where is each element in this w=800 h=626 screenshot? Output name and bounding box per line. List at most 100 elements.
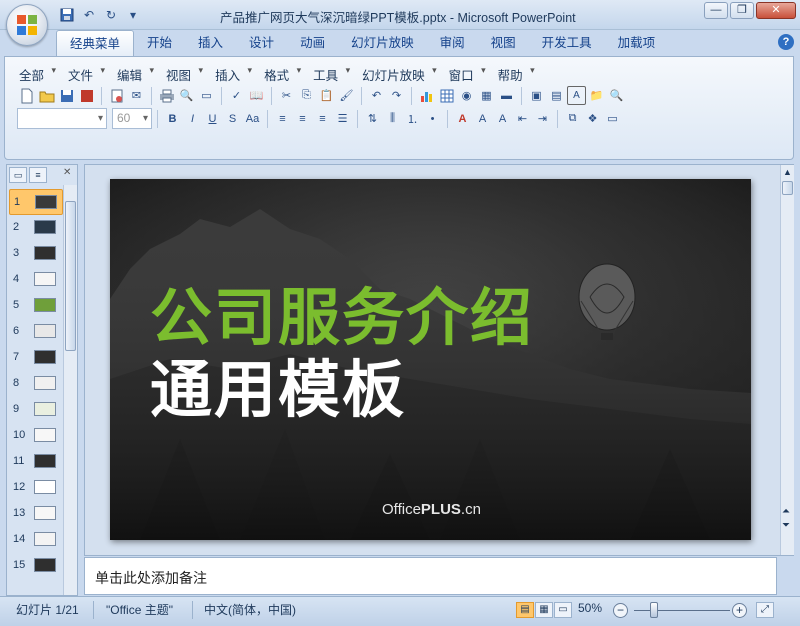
clipart-icon[interactable]: ◉ xyxy=(457,86,476,105)
close-button[interactable]: ✕ xyxy=(756,2,796,19)
format-painter-icon[interactable]: 🖌 xyxy=(337,86,356,105)
previous-slide-icon[interactable]: ⏶ xyxy=(782,507,790,517)
menu-slideshow[interactable]: 幻灯片放映 xyxy=(358,65,437,84)
slides-tab-icon[interactable]: ▭ xyxy=(9,167,27,183)
attach-icon[interactable]: ✉ xyxy=(127,86,146,105)
language-indicator[interactable]: 中文(简体，中国) xyxy=(204,601,296,618)
fit-to-window-button[interactable]: ⤢ xyxy=(756,602,774,618)
slide-view-icon[interactable]: ▭ xyxy=(197,86,216,105)
editor-scrollbar[interactable]: ▲ ⏶ ⏷ xyxy=(780,165,794,555)
font-name-combo[interactable] xyxy=(17,108,107,129)
justify-icon[interactable]: ☰ xyxy=(333,109,352,128)
notes-pane[interactable]: 单击此处添加备注 xyxy=(84,557,777,595)
slide-layout-icon[interactable]: ▤ xyxy=(547,86,566,105)
cut-icon[interactable]: ✂ xyxy=(277,86,296,105)
tab-addins[interactable]: 加载项 xyxy=(605,30,669,56)
restore-button[interactable]: ❐ xyxy=(730,2,754,19)
menu-tools[interactable]: 工具 xyxy=(309,65,350,84)
zoom-slider-track[interactable] xyxy=(634,610,730,611)
slide-thumbnail[interactable]: 15 xyxy=(9,553,63,579)
zoom-level[interactable]: 50% xyxy=(578,601,602,615)
tab-animations[interactable]: 动画 xyxy=(287,30,338,56)
slide-thumbnail[interactable]: 3 xyxy=(9,241,63,267)
insert-table-icon[interactable] xyxy=(437,86,456,105)
italic-icon[interactable]: I xyxy=(183,109,202,128)
slide-thumbnail[interactable]: 13 xyxy=(9,501,63,527)
menu-edit[interactable]: 编辑 xyxy=(113,65,154,84)
editor-scroll-thumb[interactable] xyxy=(782,181,793,195)
spelling-icon[interactable]: ✓ xyxy=(227,86,246,105)
slide-thumbnail[interactable]: 11 xyxy=(9,449,63,475)
tab-review[interactable]: 审阅 xyxy=(427,30,478,56)
increase-font-icon[interactable]: A xyxy=(473,109,492,128)
redo-icon[interactable]: ↷ xyxy=(387,86,406,105)
decrease-indent-icon[interactable]: ⇤ xyxy=(513,109,532,128)
textbox-icon[interactable]: A xyxy=(567,86,586,105)
slide-thumbnail[interactable]: 7 xyxy=(9,345,63,371)
slide-thumbnail[interactable]: 2 xyxy=(9,215,63,241)
slide-sorter-button[interactable]: ▦ xyxy=(535,602,553,618)
slide-thumbnail[interactable]: 14 xyxy=(9,527,63,553)
font-color-icon[interactable]: A xyxy=(453,109,472,128)
text-direction-icon[interactable]: ⇅ xyxy=(363,109,382,128)
menu-all[interactable]: 全部 xyxy=(15,65,56,84)
customize-qat-icon[interactable]: ▾ xyxy=(124,6,142,24)
menu-window[interactable]: 窗口 xyxy=(445,65,486,84)
zoom-icon[interactable]: 🔍 xyxy=(607,86,626,105)
increase-indent-icon[interactable]: ⇥ xyxy=(533,109,552,128)
zoom-out-button[interactable]: − xyxy=(613,603,628,618)
zoom-in-button[interactable]: + xyxy=(732,603,747,618)
quick-styles-icon[interactable]: ❖ xyxy=(583,109,602,128)
print-preview-icon[interactable]: 🔍 xyxy=(177,86,196,105)
insert-picture-icon[interactable]: ▦ xyxy=(477,86,496,105)
zoom-slider-knob[interactable] xyxy=(650,602,658,618)
minimize-button[interactable]: — xyxy=(704,2,728,19)
outline-tab-icon[interactable]: ≡ xyxy=(29,167,47,183)
underline-icon[interactable]: U xyxy=(203,109,222,128)
align-left-icon[interactable]: ≡ xyxy=(273,109,292,128)
menu-file[interactable]: 文件 xyxy=(64,65,105,84)
office-button[interactable] xyxy=(6,4,48,46)
slide-thumbnail[interactable]: 5 xyxy=(9,293,63,319)
slide-thumbnail[interactable]: 9 xyxy=(9,397,63,423)
open-folder-icon[interactable] xyxy=(37,86,56,105)
font-size-combo[interactable]: 60 xyxy=(112,108,152,129)
bold-icon[interactable]: B xyxy=(163,109,182,128)
shadow-icon[interactable]: S xyxy=(223,109,242,128)
research-icon[interactable]: 📖 xyxy=(247,86,266,105)
undo-icon[interactable]: ↶ xyxy=(367,86,386,105)
pdf-icon[interactable] xyxy=(77,86,96,105)
tab-developer[interactable]: 开发工具 xyxy=(529,30,605,56)
paste-icon[interactable]: 📋 xyxy=(317,86,336,105)
tab-classic-menu[interactable]: 经典菜单 xyxy=(56,30,135,56)
align-center-icon[interactable]: ≡ xyxy=(293,109,312,128)
next-slide-icon[interactable]: ⏷ xyxy=(782,521,790,531)
numbering-icon[interactable]: ⒈ xyxy=(403,109,422,128)
decrease-font-icon[interactable]: A xyxy=(493,109,512,128)
tab-slideshow[interactable]: 幻灯片放映 xyxy=(338,30,427,56)
normal-view-button[interactable]: ▤ xyxy=(516,602,534,618)
theme-name[interactable]: "Office 主题" xyxy=(106,601,173,618)
panel-scrollbar[interactable] xyxy=(63,185,77,595)
permission-icon[interactable] xyxy=(107,86,126,105)
menu-insert[interactable]: 插入 xyxy=(211,65,252,84)
save-icon[interactable] xyxy=(57,86,76,105)
slide-color-icon[interactable]: ▬ xyxy=(497,86,516,105)
scroll-up-icon[interactable]: ▲ xyxy=(783,167,792,177)
close-panel-icon[interactable]: ✕ xyxy=(63,167,71,178)
print-icon[interactable] xyxy=(157,86,176,105)
copy-icon[interactable]: ⎘ xyxy=(297,86,316,105)
current-slide[interactable]: 公司服务介绍 通用模板 OfficePLUS.cn xyxy=(110,179,751,540)
slideshow-button[interactable]: ▭ xyxy=(554,602,572,618)
menu-help[interactable]: 帮助 xyxy=(494,65,535,84)
redo-icon[interactable]: ↻ xyxy=(102,6,120,24)
columns-icon[interactable]: ⫼ xyxy=(383,109,402,128)
tab-insert[interactable]: 插入 xyxy=(185,30,236,56)
change-case-icon[interactable]: Aa xyxy=(243,109,262,128)
menu-format[interactable]: 格式 xyxy=(260,65,301,84)
slide-thumbnail[interactable]: 10 xyxy=(9,423,63,449)
menu-view[interactable]: 视图 xyxy=(162,65,203,84)
panel-scroll-thumb[interactable] xyxy=(65,201,76,351)
tab-home[interactable]: 开始 xyxy=(134,30,185,56)
slide-thumbnail[interactable]: 12 xyxy=(9,475,63,501)
